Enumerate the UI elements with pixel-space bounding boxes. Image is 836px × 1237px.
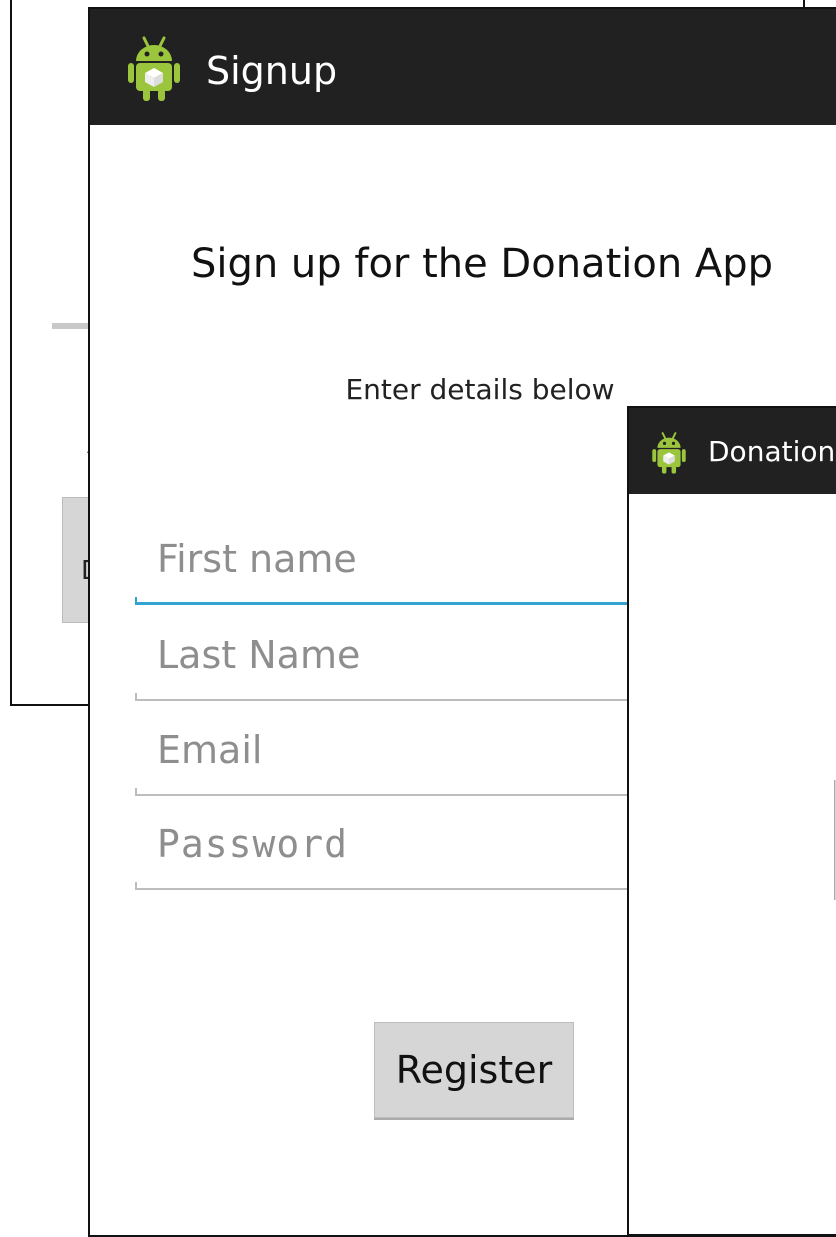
last-name-field[interactable]: Last Name — [135, 633, 695, 701]
register-button[interactable]: Register — [374, 1022, 574, 1118]
donation-title: Donation — [708, 435, 836, 468]
page-subheading: Enter details below — [345, 373, 615, 406]
donation-window: Donation — [627, 406, 836, 1236]
android-icon — [126, 35, 182, 103]
password-placeholder: Password — [157, 822, 349, 866]
action-bar: Signup — [90, 9, 836, 125]
email-placeholder: Email — [157, 728, 263, 772]
password-field[interactable]: Password — [135, 822, 695, 890]
field-underline — [135, 888, 695, 890]
last-name-placeholder: Last Name — [157, 633, 361, 677]
first-name-field[interactable]: First name — [135, 537, 695, 605]
field-underline — [135, 794, 695, 796]
email-field[interactable]: Email — [135, 728, 695, 796]
donation-action-bar: Donation — [629, 408, 836, 494]
field-underline — [135, 602, 695, 605]
field-tick — [135, 788, 137, 796]
field-tick — [135, 693, 137, 701]
first-name-placeholder: First name — [157, 537, 357, 581]
page-heading: Sign up for the Donation App — [190, 241, 774, 287]
field-tick — [135, 597, 137, 605]
field-tick — [135, 882, 137, 890]
app-title: Signup — [206, 49, 338, 93]
field-underline — [135, 699, 695, 701]
android-icon — [651, 430, 687, 476]
